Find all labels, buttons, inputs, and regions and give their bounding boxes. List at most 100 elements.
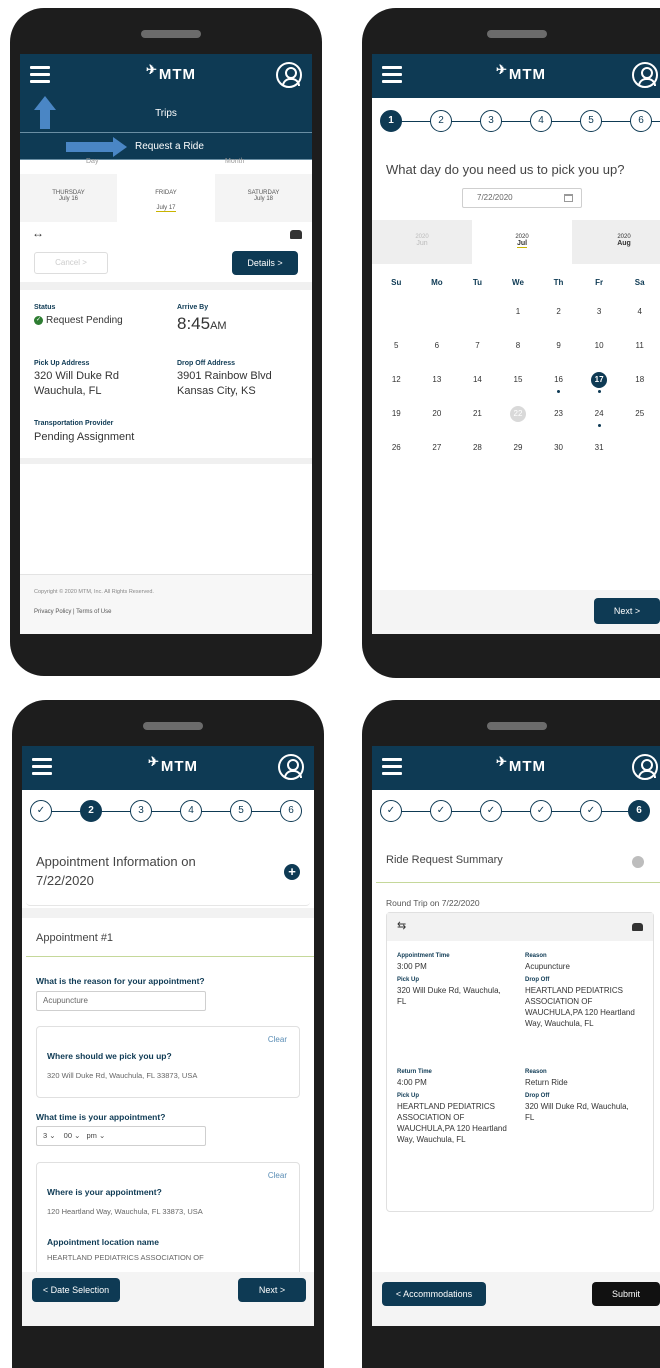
step-4[interactable]: 4 [530, 110, 552, 132]
month-aug[interactable]: 2020 Aug [594, 234, 654, 247]
profile-icon[interactable] [276, 62, 302, 88]
calendar-day-10[interactable]: 10 [579, 338, 620, 354]
trip-summary-card: ⇆ Appointment Time 3:00 PM Reason Acupun… [386, 912, 654, 1212]
calendar-weekday-header: Su Mo Tu We Th Fr Sa [376, 278, 660, 292]
date-input[interactable]: 7/22/2020 [462, 188, 582, 208]
toggle-indicator[interactable] [632, 856, 644, 868]
step-3-done[interactable]: ✓ [480, 800, 502, 822]
menu-icon[interactable] [382, 66, 402, 83]
app-header: ✈MTM [22, 746, 314, 790]
step-1[interactable]: 1 [380, 110, 402, 132]
calendar-day-25[interactable]: 25 [619, 406, 660, 422]
location-name-value[interactable]: HEARTLAND PEDIATRICS ASSOCIATION OF [47, 1253, 204, 1262]
calendar-day-28[interactable]: 28 [457, 440, 498, 456]
hour-select[interactable]: 3 [43, 1131, 47, 1140]
day-friday[interactable]: FRIDAY July 17 [117, 174, 215, 222]
add-appointment-icon[interactable]: + [284, 864, 300, 880]
pickup-address-line2: Wauchula, FL [34, 385, 102, 397]
calendar-day-20[interactable]: 20 [417, 406, 458, 422]
calendar-day-22[interactable]: 22 [498, 406, 539, 422]
calendar-day-17[interactable]: 17 [579, 372, 620, 393]
calendar-grid: 1 2 3 4 5 6 7 8 9 10 11 12 13 14 15 16 17 18 19 20 21 22 23 24 2… [376, 304, 660, 484]
tab-month[interactable]: Month [225, 158, 244, 165]
calendar-day-5[interactable]: 5 [376, 338, 417, 354]
step-4[interactable]: 4 [180, 800, 202, 822]
calendar-day-15[interactable]: 15 [498, 372, 539, 388]
step-3[interactable]: 3 [130, 800, 152, 822]
calendar-day-13[interactable]: 13 [417, 372, 458, 388]
terms-link[interactable]: Terms of Use [76, 609, 111, 615]
profile-icon[interactable] [632, 754, 658, 780]
step-2-done[interactable]: ✓ [430, 800, 452, 822]
date-selection-button[interactable]: < Date Selection [32, 1278, 120, 1302]
day-saturday[interactable]: SATURDAY July 18 [215, 174, 312, 222]
time-select[interactable]: 3 ⌄ 00 ⌄ pm ⌄ [36, 1126, 206, 1146]
step-6[interactable]: 6 [280, 800, 302, 822]
calendar-day-11[interactable]: 11 [619, 338, 660, 354]
details-button[interactable]: Details > [232, 251, 298, 275]
calendar-day-6[interactable]: 6 [417, 338, 458, 354]
month-jun[interactable]: 2020 Jun [372, 234, 472, 247]
location-clear-button[interactable]: Clear [268, 1171, 287, 1180]
step-4-done[interactable]: ✓ [530, 800, 552, 822]
tab-day[interactable]: Day [86, 158, 98, 165]
day-thursday[interactable]: THURSDAY July 16 [20, 174, 117, 222]
menu-icon[interactable] [382, 758, 402, 775]
return-dropoff-label: Drop Off [525, 1093, 550, 1099]
calendar-day-9[interactable]: 9 [538, 338, 579, 354]
calendar-day-4[interactable]: 4 [619, 304, 660, 320]
calendar-day-27[interactable]: 27 [417, 440, 458, 456]
dropoff-address-label: Drop Off Address [177, 360, 236, 367]
request-ride-banner[interactable]: Request a Ride [20, 132, 312, 160]
accommodations-button[interactable]: < Accommodations [382, 1282, 486, 1306]
page-title: Trips [155, 108, 177, 119]
step-2[interactable]: 2 [430, 110, 452, 132]
submit-button[interactable]: Submit [592, 1282, 660, 1306]
calendar-day-31[interactable]: 31 [579, 440, 620, 456]
step-6[interactable]: 6 [628, 800, 650, 822]
privacy-link[interactable]: Privacy Policy [34, 609, 71, 615]
where-value[interactable]: 120 Heartland Way, Wauchula, FL 33873, U… [47, 1207, 203, 1216]
next-button[interactable]: Next > [594, 598, 660, 624]
calendar-day-12[interactable]: 12 [376, 372, 417, 388]
calendar-day-8[interactable]: 8 [498, 338, 539, 354]
reason-input[interactable]: Acupuncture [36, 991, 206, 1011]
step-5[interactable]: 5 [230, 800, 252, 822]
step-5-done[interactable]: ✓ [580, 800, 602, 822]
pickup-value[interactable]: 320 Will Duke Rd, Wauchula, FL 33873, US… [47, 1071, 197, 1080]
calendar-day-1[interactable]: 1 [498, 304, 539, 320]
calendar-day-3[interactable]: 3 [579, 304, 620, 320]
menu-icon[interactable] [30, 66, 50, 83]
car-icon [290, 230, 302, 239]
weekday-th: Th [553, 278, 564, 287]
step-6[interactable]: 6 [630, 110, 652, 132]
menu-icon[interactable] [32, 758, 52, 775]
step-3[interactable]: 3 [480, 110, 502, 132]
calendar-day-16[interactable]: 16 [538, 372, 579, 393]
calendar-day-21[interactable]: 21 [457, 406, 498, 422]
calendar-day-23[interactable]: 23 [538, 406, 579, 422]
calendar-day-24[interactable]: 24 [579, 406, 620, 427]
return-time-label: Return Time [397, 1069, 432, 1075]
calendar-day-29[interactable]: 29 [498, 440, 539, 456]
calendar-day-30[interactable]: 30 [538, 440, 579, 456]
step-1-done[interactable]: ✓ [380, 800, 402, 822]
pickup-clear-button[interactable]: Clear [268, 1035, 287, 1044]
reason-question: What is the reason for your appointment? [36, 976, 205, 986]
ampm-select[interactable]: pm [86, 1131, 96, 1140]
step-5[interactable]: 5 [580, 110, 602, 132]
profile-icon[interactable] [632, 62, 658, 88]
calendar-day-7[interactable]: 7 [457, 338, 498, 354]
calendar-day-26[interactable]: 26 [376, 440, 417, 456]
next-button[interactable]: Next > [238, 1278, 306, 1302]
minute-select[interactable]: 00 [64, 1131, 72, 1140]
step-1-done[interactable]: ✓ [30, 800, 52, 822]
calendar-day-14[interactable]: 14 [457, 372, 498, 388]
calendar-day-18[interactable]: 18 [619, 372, 660, 388]
profile-icon[interactable] [278, 754, 304, 780]
cancel-button[interactable]: Cancel > [34, 252, 108, 274]
step-2[interactable]: 2 [80, 800, 102, 822]
calendar-day-2[interactable]: 2 [538, 304, 579, 320]
calendar-day-19[interactable]: 19 [376, 406, 417, 422]
month-jul[interactable]: 2020 Jul [472, 220, 572, 264]
